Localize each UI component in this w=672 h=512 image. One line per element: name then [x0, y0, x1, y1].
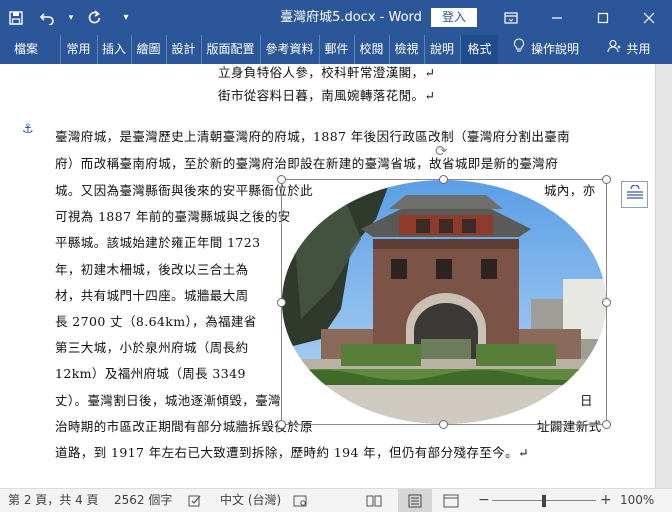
paragraph-line[interactable]: 平縣城。該城始建於雍正年間 1723: [55, 232, 261, 251]
save-icon[interactable]: [0, 0, 32, 35]
tab-view[interactable]: 檢視: [389, 35, 423, 64]
paragraph-line[interactable]: 材，共有城門十四座。城牆最大周: [55, 285, 249, 304]
tab-references[interactable]: 參考資料: [260, 35, 318, 64]
print-layout-icon[interactable]: [398, 489, 432, 512]
redo-icon[interactable]: [78, 0, 110, 35]
tab-insert[interactable]: 插入: [97, 35, 130, 64]
person-icon: [607, 35, 621, 64]
web-layout-icon[interactable]: [443, 489, 459, 512]
paragraph-line[interactable]: 年，初建木柵城，後改以三合土為: [55, 259, 249, 278]
paragraph-line[interactable]: 道路，到 1917 年左右已大致遭到拆除，歷時約 194 年，但仍有部分殘存至今…: [55, 442, 529, 461]
tab-layout[interactable]: 版面配置: [201, 35, 259, 64]
paragraph-line[interactable]: 丈）。臺灣割日後，城池逐漸傾毀，臺灣: [55, 390, 281, 409]
share-label: 共用: [626, 42, 651, 56]
paragraph-line[interactable]: 長 2700 丈（8.64km），為福建省: [55, 311, 257, 330]
rotate-handle-icon[interactable]: ⟳: [435, 142, 448, 160]
resize-handle-bottom[interactable]: [439, 420, 448, 429]
tab-file[interactable]: 檔案: [4, 35, 48, 64]
layout-options-button[interactable]: [621, 181, 648, 208]
undo-dropdown-icon[interactable]: ▾: [64, 0, 78, 35]
sign-in-button[interactable]: 登入: [431, 8, 477, 27]
paragraph-line[interactable]: 可視為 1887 年前的臺灣縣城與之後的安: [55, 206, 291, 225]
tab-format[interactable]: 格式: [460, 35, 498, 64]
resize-handle-top-left[interactable]: [277, 175, 286, 184]
ribbon-tabs: 檔案 常用 插入 繪圖 設計 版面配置 參考資料 郵件 校閱 檢視 說明 格式 …: [0, 35, 672, 64]
title-bar: ▾ ▾ 臺灣府城5.docx - Word 登入: [0, 0, 672, 35]
zoom-in-button[interactable]: +: [600, 489, 612, 512]
undo-icon[interactable]: [32, 0, 64, 35]
resize-handle-bottom-left[interactable]: [277, 420, 286, 429]
tab-design[interactable]: 設計: [166, 35, 200, 64]
layout-options-icon: [626, 183, 644, 205]
paragraph-line[interactable]: 治時期的市區改正期間有部分城牆拆毀後於原: [55, 416, 313, 435]
proofing-icon[interactable]: [188, 489, 202, 512]
city-gate-picture[interactable]: [281, 179, 607, 425]
resize-handle-top[interactable]: [439, 175, 448, 184]
read-mode-icon[interactable]: [366, 489, 382, 512]
vertical-scrollbar[interactable]: [655, 64, 672, 488]
maximize-icon[interactable]: [580, 0, 626, 35]
tab-home[interactable]: 常用: [60, 35, 96, 64]
tell-me-button[interactable]: 操作說明: [504, 35, 588, 64]
tell-me-label: 操作說明: [530, 42, 579, 56]
share-button[interactable]: 共用: [598, 35, 660, 64]
resize-handle-right[interactable]: [602, 298, 611, 307]
tab-draw[interactable]: 繪圖: [131, 35, 165, 64]
zoom-slider[interactable]: [492, 489, 596, 512]
status-bar: 第 2 頁，共 4 頁 2562 個字 中文 (台灣) − + 100%: [0, 488, 672, 512]
zoom-out-button[interactable]: −: [478, 489, 490, 512]
quick-access-toolbar: ▾ ▾: [0, 0, 142, 35]
minimize-icon[interactable]: [534, 0, 580, 35]
language-status[interactable]: 中文 (台灣): [220, 489, 281, 512]
paragraph-line[interactable]: 臺灣府城，是臺灣歷史上清朝臺灣府的府城，1887 年後因行政區改制（臺灣府分割出…: [55, 126, 570, 145]
paragraph-line[interactable]: 第三大城，小於泉州府城（周長約: [55, 337, 249, 356]
poem-line-1[interactable]: 立身負特俗人參，校科軒常澄漢閣，↵: [218, 62, 435, 81]
resize-handle-left[interactable]: [277, 298, 286, 307]
customize-qat-icon[interactable]: ▾: [110, 0, 142, 35]
paragraph-line[interactable]: 府）而改稱臺南府城，至於新的臺灣府治即設在新建的臺灣省城，故省城即是新的臺灣府: [55, 153, 558, 172]
lightbulb-icon: [513, 35, 525, 64]
close-icon[interactable]: [626, 0, 672, 35]
tab-review[interactable]: 校閱: [354, 35, 388, 64]
tab-help[interactable]: 說明: [424, 35, 459, 64]
resize-handle-top-right[interactable]: [602, 175, 611, 184]
tab-mailings[interactable]: 郵件: [319, 35, 353, 64]
page-count[interactable]: 第 2 頁，共 4 頁: [8, 489, 99, 512]
ribbon-display-options-icon[interactable]: [497, 0, 525, 35]
macro-icon[interactable]: [293, 489, 307, 512]
zoom-level[interactable]: 100%: [620, 489, 654, 512]
paragraph-line[interactable]: 城。又因為臺灣縣衙與後來的安平縣衙位於此: [55, 180, 313, 199]
paragraph-line[interactable]: 12km）及福州府城（周長 3349: [55, 363, 246, 382]
word-count[interactable]: 2562 個字: [114, 489, 172, 512]
poem-line-2[interactable]: 街市從容料日暮，南風婉轉落花閒。↵: [218, 85, 435, 104]
anchor-icon: ⚓: [22, 122, 34, 137]
resize-handle-bottom-right[interactable]: [602, 420, 611, 429]
